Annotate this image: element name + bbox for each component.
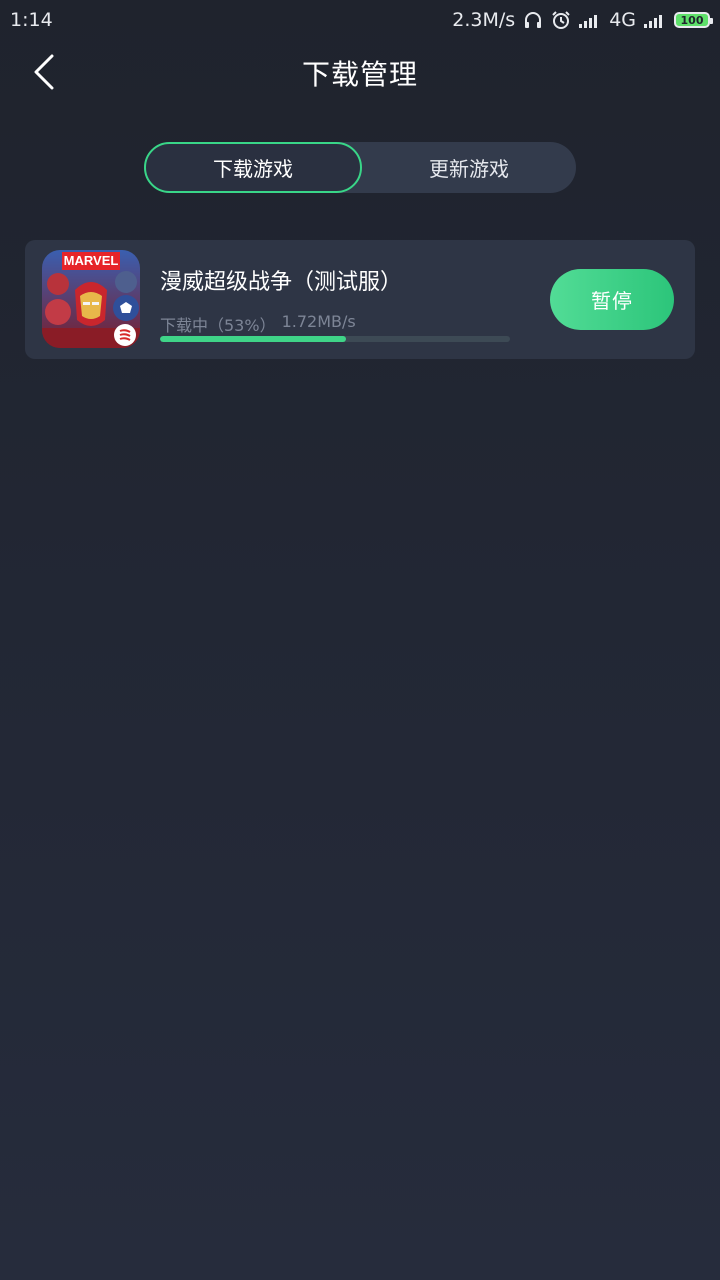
network-type: 4G	[609, 9, 636, 31]
page-title: 下载管理	[301, 58, 418, 91]
netease-logo-icon	[114, 324, 136, 346]
tab-label: 更新游戏	[429, 157, 509, 181]
download-progress-bar	[160, 336, 510, 342]
download-speed: 1.72MB/s	[281, 312, 356, 331]
battery-level: 100	[680, 13, 704, 27]
signal-icon	[579, 12, 601, 28]
game-icon-text: MARVEL	[63, 253, 119, 268]
headphones-icon	[523, 10, 543, 30]
net-speed: 2.3M/s	[452, 9, 516, 31]
tab-update-games[interactable]: 更新游戏	[362, 142, 576, 193]
pause-button[interactable]: 暂停	[550, 269, 674, 330]
tab-label: 下载游戏	[213, 157, 293, 181]
header: 下载管理	[0, 40, 720, 106]
back-button[interactable]	[24, 52, 64, 92]
status-bar: 1:14 2.3M/s 4G 100	[0, 0, 720, 40]
download-status: 下载中（53%） 1.72MB/s	[160, 312, 356, 336]
battery-icon: 100	[674, 12, 713, 28]
status-time: 1:14	[10, 9, 53, 31]
download-progress-fill	[160, 336, 346, 342]
download-status-label: 下载中（53%）	[160, 316, 276, 335]
download-item[interactable]: MARVEL 漫威超级战争（测试服） 下载中（53%） 1.72MB/s 暂停	[25, 240, 695, 359]
marvel-game-icon: MARVEL	[42, 250, 140, 348]
alarm-icon	[551, 10, 571, 30]
chevron-left-icon	[34, 54, 54, 90]
tab-switcher: 下载游戏 更新游戏	[144, 142, 576, 193]
status-icons: 2.3M/s 4G 100	[452, 9, 713, 31]
game-title: 漫威超级战争（测试服）	[160, 270, 403, 295]
tab-download-games[interactable]: 下载游戏	[144, 142, 362, 193]
signal-icon	[644, 12, 666, 28]
